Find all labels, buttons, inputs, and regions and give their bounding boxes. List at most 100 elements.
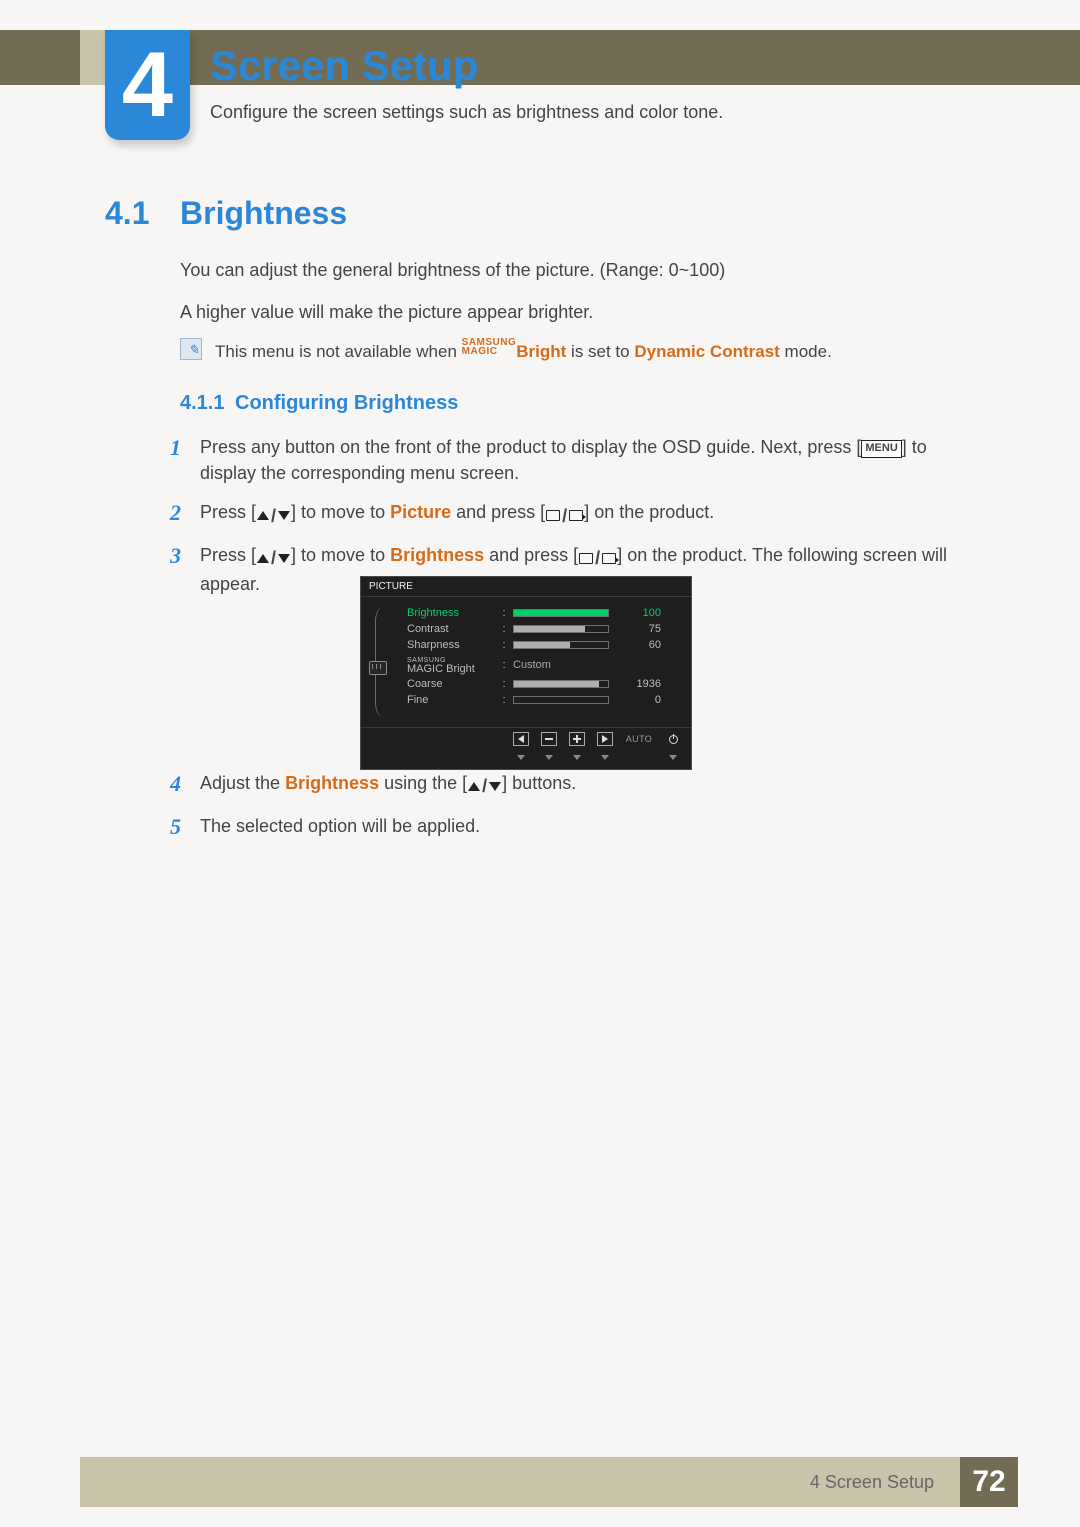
osd-label: Sharpness bbox=[407, 639, 495, 651]
source-enter-icon: / bbox=[578, 545, 617, 571]
step-number: 4 bbox=[170, 768, 181, 800]
osd-colon: : bbox=[501, 659, 507, 671]
step-text: and press [ bbox=[484, 545, 578, 565]
dynamic-contrast: Dynamic Contrast bbox=[634, 342, 779, 361]
chapter-subtitle: Configure the screen settings such as br… bbox=[210, 102, 723, 123]
subsection-title: Configuring Brightness bbox=[235, 392, 458, 415]
osd-colon: : bbox=[501, 694, 507, 706]
left-icon bbox=[513, 732, 529, 746]
osd-row-magicbright: SAMSUNGMAGIC Bright : Custom bbox=[407, 655, 683, 674]
down-arrow-icon bbox=[541, 747, 557, 765]
magic-bot: MAGIC Bright bbox=[407, 663, 475, 675]
down-arrow-icon bbox=[597, 747, 613, 765]
osd-row-contrast: Contrast : 75 bbox=[407, 623, 683, 635]
osd-value: 0 bbox=[615, 694, 661, 706]
footer-band: 4 Screen Setup bbox=[80, 1457, 960, 1507]
osd-row-coarse: Coarse : 1936 bbox=[407, 678, 683, 690]
step-number: 5 bbox=[170, 811, 181, 843]
samsung-magic-label: SAMSUNGMAGIC bbox=[462, 338, 517, 356]
osd-colon: : bbox=[501, 607, 507, 619]
header-accent bbox=[80, 30, 105, 85]
menu-key-icon: MENU bbox=[861, 440, 901, 458]
osd-bar bbox=[513, 609, 609, 617]
step-1: 1 Press any button on the front of the p… bbox=[170, 434, 970, 486]
source-enter-icon: / bbox=[545, 503, 584, 529]
keyword-brightness: Brightness bbox=[390, 545, 484, 565]
down-arrow-icon bbox=[513, 747, 529, 765]
step-number: 2 bbox=[170, 497, 181, 529]
subsection-number: 4.1.1 bbox=[180, 392, 224, 415]
step-text: The selected option will be applied. bbox=[200, 816, 480, 836]
step-number: 3 bbox=[170, 540, 181, 572]
section-title: Brightness bbox=[180, 195, 347, 232]
note-post: mode. bbox=[780, 342, 832, 361]
auto-label: AUTO bbox=[625, 732, 653, 746]
note-icon: ✎ bbox=[180, 338, 202, 360]
up-down-icon: / bbox=[467, 773, 502, 799]
osd-value: 1936 bbox=[615, 678, 661, 690]
osd-row-brightness: Brightness : 100 bbox=[407, 607, 683, 619]
down-arrow-icon bbox=[569, 747, 585, 765]
step-text: using the [ bbox=[379, 773, 467, 793]
osd-value: Custom bbox=[513, 659, 655, 671]
up-down-icon: / bbox=[256, 545, 291, 571]
step-text: ] on the product. bbox=[584, 502, 714, 522]
osd-footer-buttons: AUTO bbox=[361, 727, 691, 747]
step-text: ] to move to bbox=[291, 545, 390, 565]
minus-icon bbox=[541, 732, 557, 746]
osd-row-sharpness: Sharpness : 60 bbox=[407, 639, 683, 651]
osd-label: Fine bbox=[407, 694, 495, 706]
paragraph: A higher value will make the picture app… bbox=[180, 300, 970, 324]
step-text: Press [ bbox=[200, 502, 256, 522]
osd-bar bbox=[513, 625, 609, 633]
step-text: Press any button on the front of the pro… bbox=[200, 437, 861, 457]
step-4: 4 Adjust the Brightness using the [/] bu… bbox=[170, 770, 970, 800]
note-pre: This menu is not available when bbox=[215, 342, 462, 361]
right-icon bbox=[597, 732, 613, 746]
step-text: ] to move to bbox=[291, 502, 390, 522]
power-icon bbox=[665, 732, 681, 746]
down-arrow-icon bbox=[665, 747, 681, 765]
step-text: Adjust the bbox=[200, 773, 285, 793]
step-5: 5 The selected option will be applied. bbox=[170, 813, 970, 839]
magic-bot: MAGIC bbox=[462, 346, 498, 357]
osd-label: SAMSUNGMAGIC Bright bbox=[407, 655, 495, 674]
osd-value: 60 bbox=[615, 639, 661, 651]
osd-row-fine: Fine : 0 bbox=[407, 694, 683, 706]
osd-label: Coarse bbox=[407, 678, 495, 690]
note-mid: is set to bbox=[566, 342, 634, 361]
osd-bar bbox=[513, 641, 609, 649]
osd-value: 100 bbox=[615, 607, 661, 619]
chapter-title: Screen Setup bbox=[210, 42, 478, 90]
step-text: ] buttons. bbox=[502, 773, 576, 793]
osd-colon: : bbox=[501, 678, 507, 690]
keyword-brightness: Brightness bbox=[285, 773, 379, 793]
osd-footer-arrows bbox=[361, 747, 691, 769]
step-number: 1 bbox=[170, 432, 181, 464]
plus-icon bbox=[569, 732, 585, 746]
osd-bar bbox=[513, 680, 609, 688]
up-down-icon: / bbox=[256, 503, 291, 529]
page-number-box: 72 bbox=[960, 1457, 1018, 1507]
osd-label: Contrast bbox=[407, 623, 495, 635]
steps-list-continued: 4 Adjust the Brightness using the [/] bu… bbox=[170, 770, 970, 852]
chapter-number-box: 4 bbox=[105, 30, 190, 140]
section-number: 4.1 bbox=[105, 195, 149, 232]
step-text: and press [ bbox=[451, 502, 545, 522]
keyword-picture: Picture bbox=[390, 502, 451, 522]
osd-screenshot: PICTURE Brightness : 100 Contrast : 75 S… bbox=[360, 576, 692, 770]
osd-title: PICTURE bbox=[361, 577, 691, 597]
footer-chapter-label: 4 Screen Setup bbox=[810, 1472, 934, 1493]
osd-bar bbox=[513, 696, 609, 704]
osd-colon: : bbox=[501, 639, 507, 651]
step-2: 2 Press [/] to move to Picture and press… bbox=[170, 499, 970, 529]
monitor-icon bbox=[369, 661, 387, 675]
step-text: Press [ bbox=[200, 545, 256, 565]
note-text: This menu is not available when SAMSUNGM… bbox=[215, 338, 970, 362]
osd-body: Brightness : 100 Contrast : 75 Sharpness… bbox=[361, 597, 691, 727]
paragraph: You can adjust the general brightness of… bbox=[180, 258, 970, 282]
osd-label: Brightness bbox=[407, 607, 495, 619]
osd-colon: : bbox=[501, 623, 507, 635]
magic-bright: Bright bbox=[516, 342, 566, 361]
osd-value: 75 bbox=[615, 623, 661, 635]
